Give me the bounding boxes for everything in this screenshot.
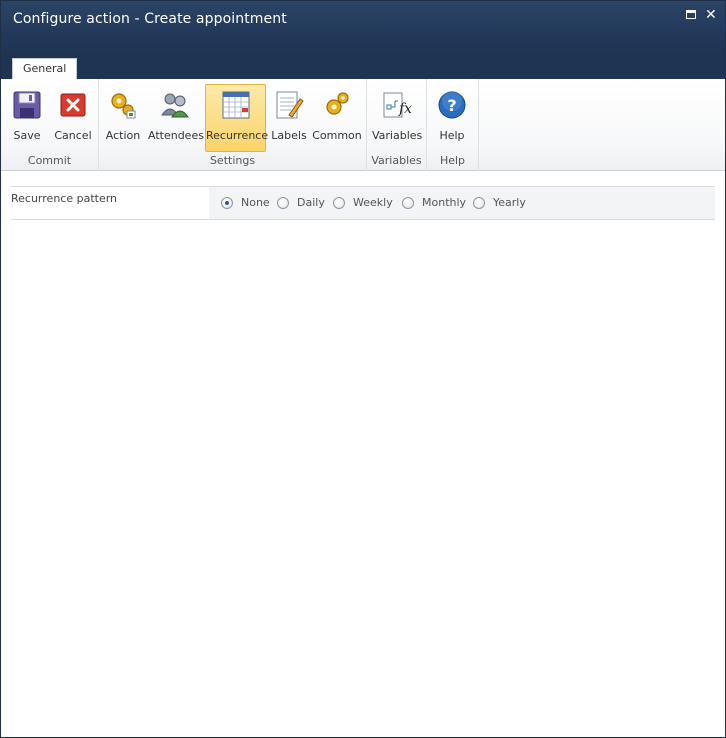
save-label: Save [13, 129, 41, 142]
group-label-help: Help [439, 154, 466, 167]
ribbon-group-settings: Action Attendees Recurrence Labels Commo… [99, 79, 367, 171]
calendar-icon [222, 91, 249, 119]
radio-monthly-circle[interactable] [402, 197, 414, 209]
attendees-label: Attendees [148, 129, 204, 142]
ribbon: Save Cancel Commit Action Attendees Recu… [1, 79, 725, 171]
labels-button[interactable]: Labels [269, 84, 309, 152]
action-label: Action [105, 129, 141, 142]
tab-general[interactable]: General [12, 58, 78, 80]
window-title: Configure action - Create appointment [13, 11, 287, 27]
group-label-commit: Commit [27, 154, 72, 167]
radio-weekly-label: Weekly [353, 196, 393, 209]
radio-yearly-label: Yearly [493, 196, 526, 209]
ribbon-group-variables: fx Variables Variables [367, 79, 427, 171]
radio-daily-label: Daily [297, 196, 325, 209]
svg-text:?: ? [447, 96, 456, 115]
attendees-button[interactable]: Attendees [147, 84, 204, 152]
radio-daily[interactable]: Daily [277, 197, 327, 211]
radio-weekly-circle[interactable] [333, 197, 345, 209]
group-label-variables: Variables [371, 154, 422, 167]
title-bar: Configure action - Create appointment ✕ [1, 1, 725, 55]
help-question-icon: ? [438, 91, 466, 119]
radio-monthly-label: Monthly [422, 196, 467, 209]
red-x-icon [60, 93, 86, 117]
settings-content: Recurrence pattern None Daily Weekly Mon… [1, 172, 725, 737]
help-label: Help [439, 129, 465, 142]
radio-weekly[interactable]: Weekly [333, 197, 393, 211]
labels-label: Labels [271, 129, 307, 142]
radio-yearly-circle[interactable] [473, 197, 485, 209]
notepad-pencil-icon [276, 91, 304, 119]
ribbon-group-commit: Save Cancel Commit [1, 79, 99, 171]
radio-none-label: None [241, 196, 270, 209]
help-button[interactable]: ? Help [431, 84, 473, 152]
group-label-settings: Settings [209, 154, 256, 167]
floppy-disk-icon [13, 91, 41, 119]
maximize-icon [686, 10, 696, 19]
ribbon-tab-row: General [1, 55, 725, 80]
radio-monthly[interactable]: Monthly [402, 197, 468, 211]
dialog-window: Configure action - Create appointment ✕ … [0, 0, 726, 738]
close-icon: ✕ [705, 7, 717, 23]
svg-text:fx: fx [398, 101, 412, 117]
gear-icon [326, 92, 349, 115]
maximize-button[interactable] [685, 9, 697, 21]
gears-icon [111, 93, 136, 119]
action-button[interactable]: Action [103, 84, 143, 152]
recurrence-label: Recurrence [206, 129, 269, 142]
cancel-button[interactable]: Cancel [53, 84, 93, 152]
ribbon-group-help: ? Help Help [427, 79, 479, 171]
radio-none[interactable]: None [221, 197, 273, 211]
common-button[interactable]: Common [311, 84, 363, 152]
radio-daily-circle[interactable] [277, 197, 289, 209]
fx-variable-icon: fx [383, 92, 412, 118]
close-button[interactable]: ✕ [705, 7, 717, 23]
variables-button[interactable]: fx Variables [371, 84, 423, 152]
cancel-label: Cancel [54, 129, 92, 142]
radio-yearly[interactable]: Yearly [473, 197, 533, 211]
recurrence-button[interactable]: Recurrence [205, 84, 269, 152]
recurrence-pattern-label: Recurrence pattern [11, 192, 118, 205]
recurrence-pattern-options: None Daily Weekly Monthly Yearly [209, 187, 715, 219]
save-button[interactable]: Save [7, 84, 47, 152]
recurrence-pattern-row: Recurrence pattern None Daily Weekly Mon… [11, 186, 715, 220]
radio-none-circle[interactable] [221, 197, 233, 209]
people-icon [161, 93, 189, 118]
variables-label: Variables [372, 129, 423, 142]
common-label: Common [312, 129, 362, 142]
